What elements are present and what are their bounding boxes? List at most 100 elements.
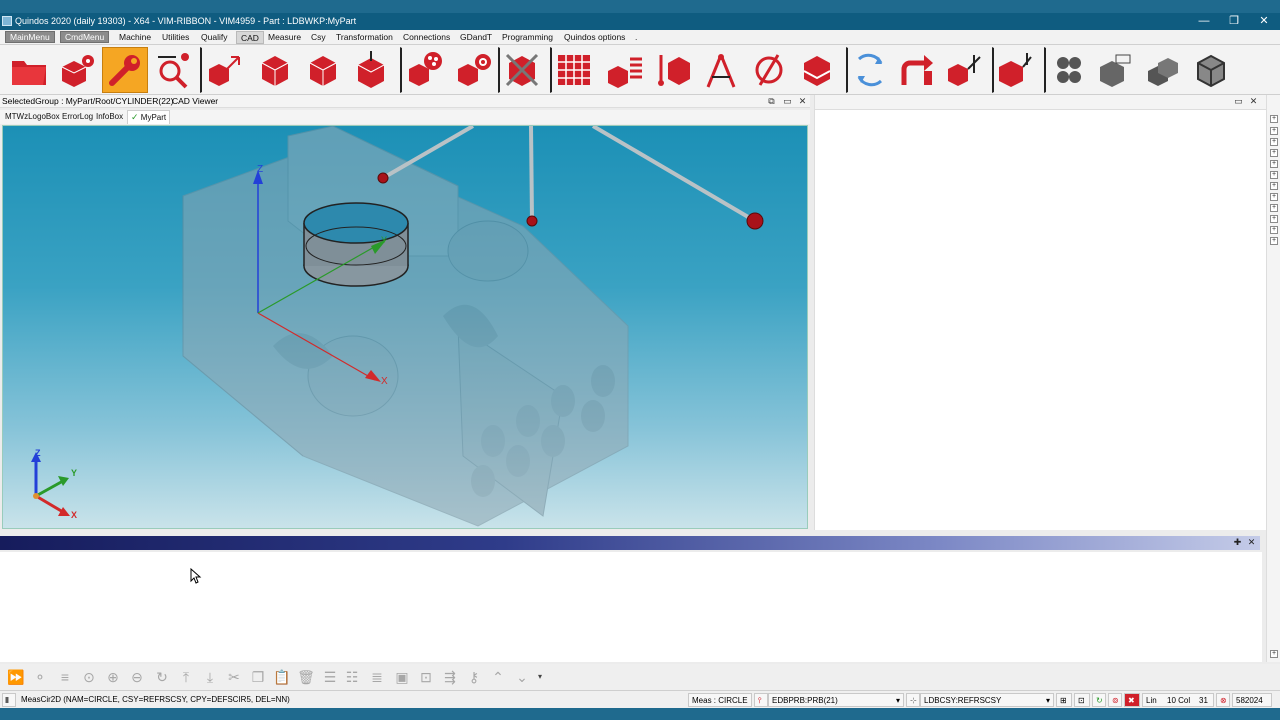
menu-gdandt[interactable]: GDandT xyxy=(456,31,496,44)
frame-icon[interactable]: ⊡ xyxy=(416,669,436,685)
expand-icon[interactable]: + xyxy=(1270,226,1278,234)
cube-icon[interactable] xyxy=(252,47,298,93)
pin-icon[interactable]: ✚ xyxy=(1232,537,1243,548)
csy-select[interactable]: LDBCSY:REFRSCSY ▾ xyxy=(920,693,1054,707)
chevron-down-icon[interactable]: ▾ xyxy=(1046,694,1050,707)
diameter-icon[interactable] xyxy=(746,47,792,93)
tab-mtwzlogobox[interactable]: MTWzLogoBox xyxy=(5,112,60,121)
dropdown-icon[interactable]: ▾ xyxy=(530,669,550,685)
minimize-panel-icon[interactable]: ▭ xyxy=(1233,96,1244,107)
menu-quindos-options[interactable]: Quindos options xyxy=(560,31,629,44)
cube-icon[interactable] xyxy=(300,47,346,93)
menu-csy[interactable]: Csy xyxy=(307,31,330,44)
list-stack-icon[interactable]: ☷ xyxy=(342,669,362,685)
play-forward-icon[interactable]: ⏩ xyxy=(6,669,26,685)
paste-icon[interactable]: 📋 xyxy=(272,669,292,685)
step-over-icon[interactable]: ⊕ xyxy=(103,669,123,685)
magnify-search-icon[interactable] xyxy=(150,47,196,93)
expand-icon[interactable]: + xyxy=(1270,193,1278,201)
folder-open-icon[interactable] xyxy=(6,47,52,93)
step-out-icon[interactable]: ⊖ xyxy=(127,669,147,685)
expand-icon[interactable]: + xyxy=(1270,160,1278,168)
menu-utilities[interactable]: Utilities xyxy=(158,31,193,44)
camera-cube-icon[interactable] xyxy=(450,47,496,93)
cube-gear-icon[interactable] xyxy=(54,47,100,93)
expand-icon[interactable]: + xyxy=(1270,182,1278,190)
stop-icon[interactable]: ✖ xyxy=(1124,693,1140,707)
turn-arrow-icon[interactable] xyxy=(894,47,940,93)
cube-delete-icon[interactable] xyxy=(498,47,544,93)
expand-icon[interactable]: + xyxy=(1270,127,1278,135)
expand-icon[interactable]: + xyxy=(1270,171,1278,179)
palette-cube-icon[interactable] xyxy=(400,47,446,93)
command-line[interactable]: MeasCir2D (NAM=CIRCLE, CSY=REFRSCSY, CPY… xyxy=(18,693,688,707)
cube-arrow-icon[interactable] xyxy=(348,47,394,93)
menu-transformation[interactable]: Transformation xyxy=(332,31,397,44)
cube-csy-icon[interactable] xyxy=(942,47,988,93)
cube-csy-probe-icon[interactable] xyxy=(992,47,1038,93)
expand-icon[interactable]: + xyxy=(1270,115,1278,123)
lines-icon[interactable]: ≣ xyxy=(367,669,387,685)
cube-slice-icon[interactable] xyxy=(794,47,840,93)
menu-qualify[interactable]: Qualify xyxy=(197,31,231,44)
tab-mypart[interactable]: ✓ MyPart xyxy=(127,110,171,124)
grid-icon[interactable] xyxy=(550,47,596,93)
copy-icon[interactable]: ❐ xyxy=(248,669,268,685)
key-icon[interactable]: ⚷ xyxy=(464,669,484,685)
expand-icon[interactable]: + xyxy=(1270,650,1278,658)
cube-wire-icon[interactable] xyxy=(1188,47,1234,93)
step-up-icon[interactable]: ⤒ xyxy=(176,669,196,685)
menu-cad[interactable]: CAD xyxy=(236,31,264,44)
menu-dot[interactable]: . xyxy=(631,31,641,44)
up-icon[interactable]: ⌃ xyxy=(488,669,508,685)
close-panel-icon[interactable]: ✕ xyxy=(1246,537,1257,548)
step-list-icon[interactable]: ≡ xyxy=(55,669,75,685)
restore-button[interactable]: ❐ xyxy=(1220,13,1248,30)
delete-icon[interactable]: 🗑 xyxy=(296,669,316,685)
pause-icon[interactable]: ‖ xyxy=(2,693,16,707)
error-icon[interactable]: ⊗ xyxy=(1216,693,1230,707)
cube-pin-icon[interactable] xyxy=(650,47,696,93)
close-panel-icon[interactable]: ✕ xyxy=(797,96,808,107)
right-scroll-strip[interactable]: + + + + + + + + + + + + + xyxy=(1266,95,1280,662)
down-icon[interactable]: ⌄ xyxy=(512,669,532,685)
cad-viewport[interactable]: Z X Y Z Y X xyxy=(2,125,808,529)
cube-outline-icon[interactable] xyxy=(1092,47,1138,93)
expand-icon[interactable]: + xyxy=(1270,204,1278,212)
list-icon[interactable]: ☰ xyxy=(320,669,340,685)
menu-cmdmenu[interactable]: CmdMenu xyxy=(60,31,110,43)
refresh-icon[interactable]: ↻ xyxy=(1092,693,1106,707)
grid-toggle-icon[interactable]: ⊞ xyxy=(1056,693,1072,707)
close-button[interactable]: ✕ xyxy=(1250,13,1278,30)
compass-icon[interactable] xyxy=(698,47,744,93)
menu-programming[interactable]: Programming xyxy=(498,31,557,44)
menu-connections[interactable]: Connections xyxy=(399,31,454,44)
expand-icon[interactable]: + xyxy=(1270,215,1278,223)
menu-mainmenu[interactable]: MainMenu xyxy=(5,31,55,43)
minimize-button[interactable]: — xyxy=(1190,13,1218,30)
cube-list-icon[interactable] xyxy=(602,47,648,93)
menu-machine[interactable]: Machine xyxy=(115,31,155,44)
wrap-icon[interactable]: ⇶ xyxy=(440,669,460,685)
chevron-down-icon[interactable]: ▾ xyxy=(896,694,900,707)
cycle-icon[interactable]: ↻ xyxy=(152,669,172,685)
tab-errorlog[interactable]: ErrorLog xyxy=(62,112,93,121)
rotate-arrows-icon[interactable] xyxy=(846,47,892,93)
expand-icon[interactable]: + xyxy=(1270,138,1278,146)
record-icon[interactable]: ⊚ xyxy=(1108,693,1122,707)
cube-axes-icon[interactable] xyxy=(200,47,246,93)
expand-icon[interactable]: + xyxy=(1270,149,1278,157)
image-icon[interactable]: ▣ xyxy=(392,669,412,685)
cube-stack-icon[interactable] xyxy=(1140,47,1186,93)
tab-infobox[interactable]: InfoBox xyxy=(96,112,123,121)
hexagon-cluster-icon[interactable] xyxy=(1044,47,1090,93)
close-panel-icon[interactable]: ✕ xyxy=(1248,96,1259,107)
menu-measure[interactable]: Measure xyxy=(264,31,305,44)
cut-icon[interactable]: ✂ xyxy=(224,669,244,685)
step-down-icon[interactable]: ⤓ xyxy=(200,669,220,685)
step-icon[interactable]: ⚬ xyxy=(30,669,50,685)
zoom-icon[interactable]: ⊡ xyxy=(1074,693,1090,707)
expand-icon[interactable]: + xyxy=(1270,237,1278,245)
probe-select[interactable]: EDBPRB:PRB(21) ▾ xyxy=(768,693,904,707)
float-icon[interactable]: ⧉ xyxy=(766,96,777,107)
